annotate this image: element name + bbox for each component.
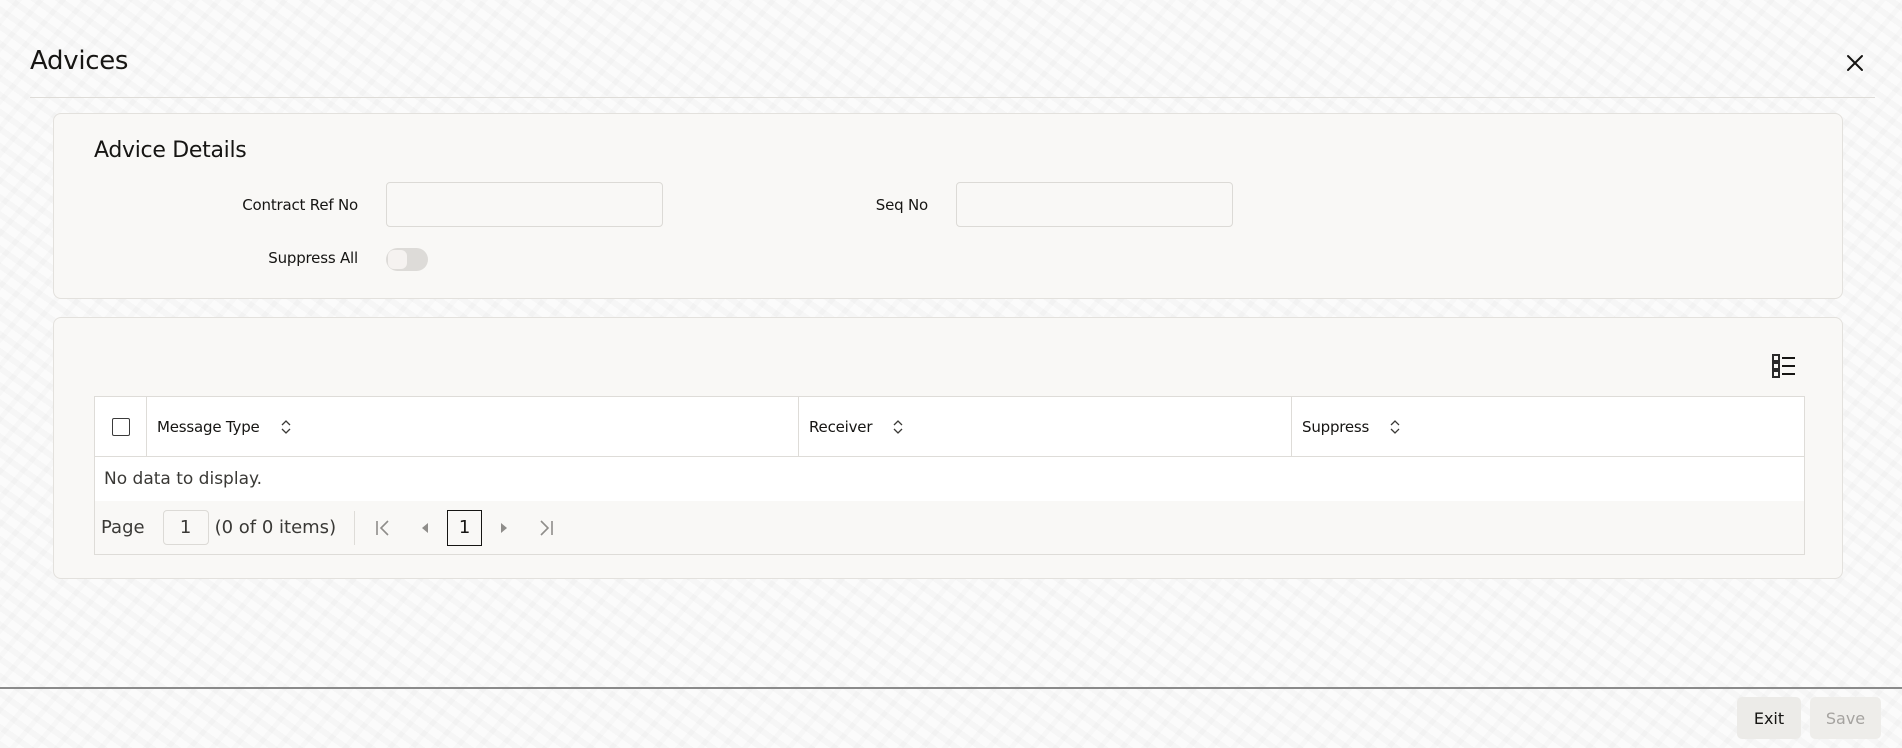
previous-page-button[interactable] — [413, 516, 437, 540]
suppress-all-label: Suppress All — [268, 249, 358, 267]
close-icon — [1847, 55, 1863, 71]
contract-ref-no-label: Contract Ref No — [242, 196, 358, 214]
sort-icon[interactable] — [892, 419, 904, 435]
page-number-input[interactable] — [162, 510, 209, 545]
first-page-icon — [376, 519, 389, 536]
previous-page-icon — [422, 522, 429, 533]
items-summary: (0 of 0 items) — [214, 517, 337, 538]
seq-no-label: Seq No — [875, 196, 928, 214]
suppress-all-toggle[interactable] — [386, 248, 428, 271]
list-settings-icon — [1772, 354, 1795, 378]
column-header-message-type[interactable]: Message Type — [147, 397, 799, 457]
pagination-divider — [354, 510, 356, 545]
column-label: Message Type — [157, 418, 260, 436]
column-header-receiver[interactable]: Receiver — [799, 397, 1292, 457]
footer-divider — [0, 687, 1902, 689]
pagination-bar: Page (0 of 0 items) 1 — [95, 501, 1804, 554]
seq-no-input[interactable] — [956, 182, 1233, 227]
first-page-button[interactable] — [371, 516, 395, 540]
next-page-button[interactable] — [492, 516, 516, 540]
sort-icon[interactable] — [280, 419, 292, 435]
header-divider — [30, 97, 1875, 98]
contract-ref-no-input[interactable] — [386, 182, 663, 227]
column-manager-button[interactable] — [1770, 352, 1798, 380]
advice-details-panel: Advice Details Contract Ref No Seq No Su… — [53, 113, 1843, 299]
exit-button[interactable]: Exit — [1737, 697, 1801, 739]
select-all-cell — [95, 397, 147, 457]
page-label: Page — [101, 517, 145, 538]
last-page-icon — [540, 519, 553, 536]
table-header: Message Type Receiver Suppress — [95, 397, 1804, 457]
empty-table-message: No data to display. — [95, 457, 1804, 501]
last-page-button[interactable] — [534, 516, 558, 540]
next-page-icon — [501, 522, 508, 533]
close-button[interactable] — [1842, 50, 1868, 76]
column-label: Suppress — [1302, 418, 1370, 436]
select-all-checkbox[interactable] — [111, 418, 130, 436]
sort-icon[interactable] — [1389, 419, 1401, 435]
save-button[interactable]: Save — [1810, 697, 1881, 739]
column-label: Receiver — [809, 418, 873, 436]
toggle-knob — [388, 250, 407, 269]
column-header-suppress[interactable]: Suppress — [1292, 397, 1804, 457]
advices-table-panel: Message Type Receiver Suppress No data t… — [53, 317, 1843, 579]
page-title: Advices — [30, 46, 129, 76]
section-title: Advice Details — [94, 138, 247, 163]
advices-table: Message Type Receiver Suppress No data t… — [94, 396, 1805, 555]
current-page-button[interactable]: 1 — [447, 509, 483, 546]
